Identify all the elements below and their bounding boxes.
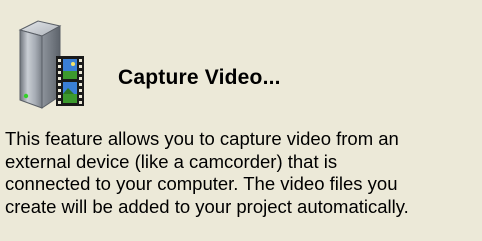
power-led	[23, 93, 29, 99]
capture-video-description: This feature allows you to capture video…	[5, 128, 479, 218]
description-line: This feature allows you to capture video…	[5, 128, 399, 149]
capture-video-icon[interactable]	[8, 16, 108, 116]
description-line: external device (like a camcorder) that …	[5, 150, 338, 172]
description-line: connected to your computer. The video fi…	[5, 173, 398, 194]
video-capture-device-icon	[18, 20, 84, 109]
capture-video-title[interactable]: Capture Video...	[118, 66, 281, 90]
description-line: create will be added to your project aut…	[5, 195, 409, 217]
capture-video-panel: Capture Video... This feature allows you…	[0, 0, 482, 241]
